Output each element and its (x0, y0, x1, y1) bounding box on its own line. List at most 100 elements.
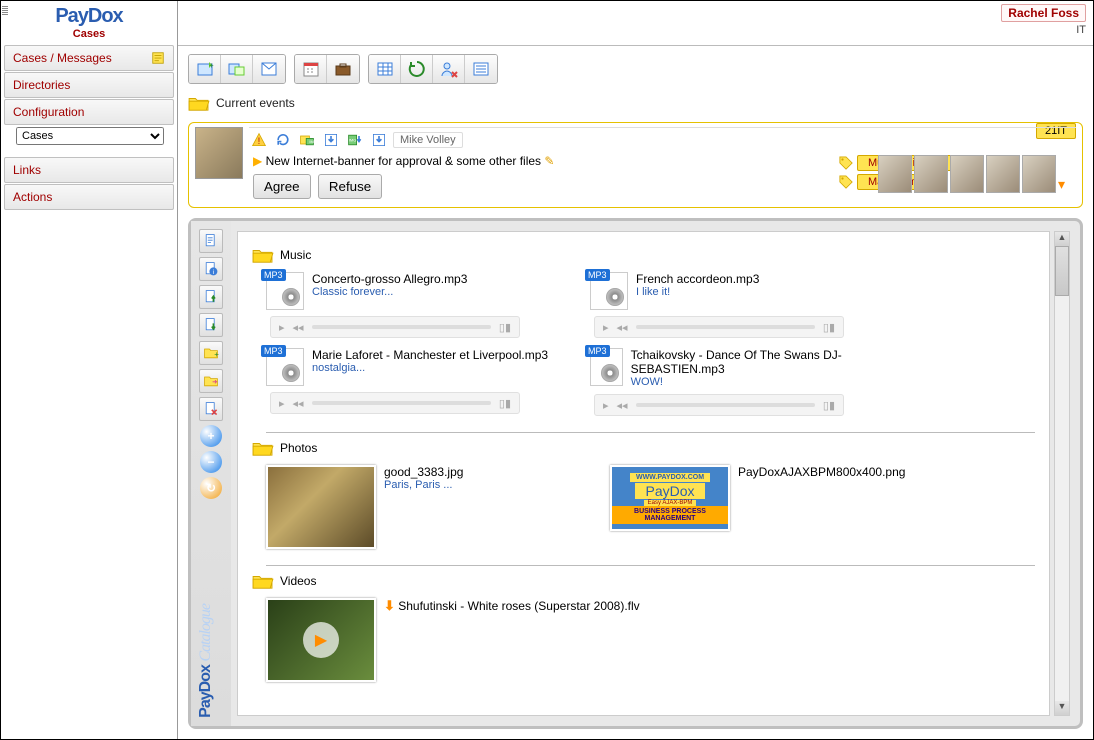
sidebar-item-cases-messages[interactable]: Cases / Messages (4, 45, 174, 71)
play-icon[interactable]: ▸ (279, 397, 285, 410)
download-arrow-icon[interactable]: ⬇ (384, 598, 395, 613)
scrollbar[interactable]: ▲ ▼ (1054, 231, 1070, 716)
participant-avatar[interactable] (878, 155, 912, 193)
user-remove-icon[interactable] (433, 55, 465, 83)
scroll-thumb[interactable] (1055, 246, 1069, 296)
video-item[interactable]: ▶⬇ Shufutinski - White roses (Superstar … (266, 598, 766, 682)
rewind-icon[interactable]: ◂◂ (617, 321, 628, 334)
audio-item[interactable]: MP3Concerto-grosso Allegro.mp3Classic fo… (266, 272, 566, 310)
new-message-icon[interactable] (253, 55, 285, 83)
audio-player[interactable]: ▸ ◂◂ ▯▮ (270, 392, 520, 414)
module-label: Cases (1, 28, 177, 40)
list-icon[interactable] (465, 55, 497, 83)
participant-avatar[interactable] (1022, 155, 1056, 193)
volume-icon[interactable]: ▯▮ (499, 397, 511, 410)
sidebar-item-links[interactable]: Links (4, 157, 174, 183)
folder-open-icon (252, 246, 274, 264)
track-slider[interactable] (312, 325, 491, 329)
calendar-icon[interactable] (295, 55, 327, 83)
audio-player[interactable]: ▸ ◂◂ ▯▮ (594, 316, 844, 338)
file-caption[interactable]: Paris, Paris ... (384, 479, 463, 491)
download2-icon[interactable] (369, 130, 389, 150)
section-header[interactable]: Music (252, 246, 1035, 264)
breadcrumb: Current events (178, 90, 1093, 116)
remove-circle-icon[interactable]: − (200, 451, 222, 473)
audio-item[interactable]: MP3Tchaikovsky - Dance Of The Swans DJ-S… (590, 348, 890, 388)
doc-down-icon[interactable] (199, 313, 223, 337)
file-name: Marie Laforet - Manchester et Liverpool.… (312, 348, 548, 362)
folder-add-icon[interactable]: + (199, 341, 223, 365)
scroll-down-icon[interactable]: ▼ (1055, 701, 1069, 715)
audio-item[interactable]: MP3Marie Laforet - Manchester et Liverpo… (266, 348, 566, 386)
agree-button[interactable]: Agree (253, 174, 311, 199)
audio-item[interactable]: MP3French accordeon.mp3I like it! (590, 272, 890, 310)
track-slider[interactable] (636, 403, 815, 407)
rewind-icon[interactable]: ◂◂ (617, 399, 628, 412)
play-icon[interactable]: ▸ (279, 321, 285, 334)
audio-player[interactable]: ▸ ◂◂ ▯▮ (270, 316, 520, 338)
play-overlay-icon[interactable]: ▶ (303, 622, 339, 658)
folder-img-icon[interactable]: IMG (297, 130, 317, 150)
file-caption[interactable]: nostalgia... (312, 362, 548, 374)
rewind-icon[interactable]: ◂◂ (293, 397, 304, 410)
file-caption[interactable]: WOW! (631, 376, 890, 388)
download-icon[interactable] (321, 130, 341, 150)
volume-icon[interactable]: ▯▮ (823, 399, 835, 412)
sidebar-item-directories[interactable]: Directories (4, 72, 174, 98)
folder-open-icon (252, 572, 274, 590)
catalogue-logo: PayDox Catalogue (197, 604, 215, 718)
collapse-handle[interactable] (2, 6, 8, 15)
section-title: Photos (280, 441, 317, 455)
sidebar-item-configuration[interactable]: Configuration (4, 99, 174, 125)
folder-open-icon (252, 439, 274, 457)
user-name[interactable]: Rachel Foss (1001, 4, 1086, 22)
doc-up-icon[interactable] (199, 285, 223, 309)
edit-icon[interactable]: ✎ (544, 154, 554, 168)
file-name: PayDoxAJAXBPM800x400.png (738, 465, 905, 479)
file-caption[interactable]: Classic forever... (312, 286, 467, 298)
catalogue: i + + − ↻ PayDox Catalogue Music MP3Concerto-… (188, 218, 1083, 729)
breadcrumb-label: Current events (216, 96, 295, 110)
briefcase-icon[interactable] (327, 55, 359, 83)
recycle-icon[interactable] (401, 55, 433, 83)
volume-icon[interactable]: ▯▮ (823, 321, 835, 334)
play-icon[interactable]: ▸ (603, 399, 609, 412)
participant-avatar[interactable] (914, 155, 948, 193)
sidebar-item-label: Links (13, 163, 41, 177)
refresh-icon[interactable] (273, 130, 293, 150)
alert-icon[interactable]: ! (249, 130, 269, 150)
scroll-up-icon[interactable]: ▲ (1055, 232, 1069, 246)
case-card: 21IT !IMGIMGMike Volley ▶ New Internet-b… (188, 122, 1083, 208)
section-header[interactable]: Videos (252, 572, 1035, 590)
author-avatar[interactable] (195, 127, 243, 179)
doc-info-icon[interactable]: i (199, 257, 223, 281)
section-header[interactable]: Photos (252, 439, 1035, 457)
image-item[interactable]: WWW.PAYDOX.COMPayDoxEasy AJAX-BPMBUSINES… (610, 465, 930, 549)
add-circle-icon[interactable]: + (200, 425, 222, 447)
doc-icon[interactable] (199, 229, 223, 253)
volume-icon[interactable]: ▯▮ (499, 321, 511, 334)
new-case-icon[interactable]: + (189, 55, 221, 83)
rewind-icon[interactable]: ◂◂ (293, 321, 304, 334)
participant-avatar[interactable] (950, 155, 984, 193)
refresh-circle-icon[interactable]: ↻ (200, 477, 222, 499)
sidebar-dropdown[interactable]: Cases (4, 127, 174, 145)
image-item[interactable]: good_3383.jpgParis, Paris ... (266, 465, 586, 549)
cases-select[interactable]: Cases (16, 127, 164, 145)
doc-delete-icon[interactable] (199, 397, 223, 421)
refuse-button[interactable]: Refuse (318, 174, 382, 199)
img-download-icon[interactable]: IMG (345, 130, 365, 150)
play-icon[interactable]: ▸ (603, 321, 609, 334)
file-caption[interactable]: I like it! (636, 286, 759, 298)
audio-player[interactable]: ▸ ◂◂ ▯▮ (594, 394, 844, 416)
track-slider[interactable] (636, 325, 815, 329)
participant-avatar[interactable] (986, 155, 1020, 193)
case-action-icons: ! IMG IMG Mike Volley (249, 127, 1076, 150)
track-slider[interactable] (312, 401, 491, 405)
author-name[interactable]: Mike Volley (393, 132, 463, 148)
folder-move-icon[interactable] (199, 369, 223, 393)
grid-icon[interactable] (369, 55, 401, 83)
sidebar-item-actions[interactable]: Actions (4, 184, 174, 210)
new-subcase-icon[interactable] (221, 55, 253, 83)
participants-more-icon[interactable]: ▾ (1058, 176, 1070, 193)
